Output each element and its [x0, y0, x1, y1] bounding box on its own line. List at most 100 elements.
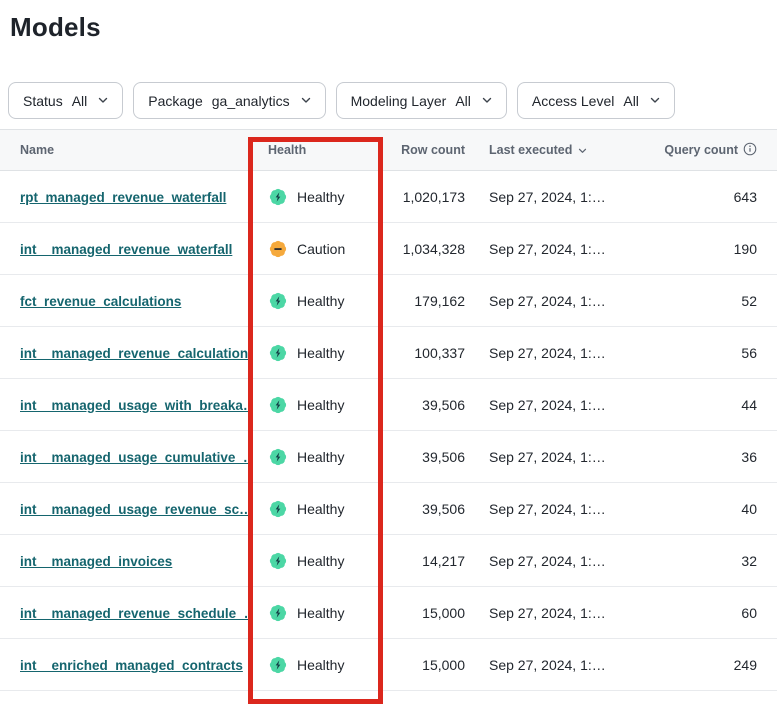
- models-table: Name Health Row count Last executed Quer…: [0, 129, 777, 691]
- filter-status-value: All: [72, 93, 88, 109]
- row-count-value: 179,162: [378, 293, 473, 309]
- healthy-status-icon: [268, 395, 288, 415]
- model-name-link[interactable]: int__managed_invoices: [20, 554, 172, 569]
- column-header-row-count[interactable]: Row count: [378, 143, 473, 157]
- healthy-status-icon: [268, 551, 288, 571]
- model-name-link[interactable]: int__managed_usage_revenue_sc…: [20, 502, 248, 517]
- column-header-last-executed-label: Last executed: [489, 143, 572, 157]
- query-count-value: 40: [634, 501, 777, 517]
- table-row: int__managed_revenue_calculations Health…: [0, 327, 777, 379]
- last-executed-value: Sep 27, 2024, 1:…: [473, 553, 634, 569]
- health-status-label: Healthy: [297, 553, 344, 569]
- chevron-down-sort-icon[interactable]: [578, 143, 587, 157]
- column-header-health[interactable]: Health: [248, 143, 378, 157]
- last-executed-value: Sep 27, 2024, 1:…: [473, 293, 634, 309]
- table-row: int__managed_revenue_waterfall Caution 1…: [0, 223, 777, 275]
- model-name-link[interactable]: fct_revenue_calculations: [20, 294, 181, 309]
- health-cell: Caution: [248, 239, 378, 259]
- column-header-last-executed[interactable]: Last executed: [473, 143, 634, 157]
- row-count-value: 1,020,173: [378, 189, 473, 205]
- health-cell: Healthy: [248, 395, 378, 415]
- query-count-value: 44: [634, 397, 777, 413]
- healthy-status-icon: [268, 187, 288, 207]
- last-executed-value: Sep 27, 2024, 1:…: [473, 449, 634, 465]
- column-header-query-count-label: Query count: [664, 143, 738, 157]
- filter-access-level-label: Access Level: [532, 93, 614, 109]
- row-count-value: 15,000: [378, 657, 473, 673]
- row-count-value: 1,034,328: [378, 241, 473, 257]
- table-body: rpt_managed_revenue_waterfall Healthy 1,…: [0, 171, 777, 691]
- table-row: int__enriched_managed_contracts Healthy …: [0, 639, 777, 691]
- health-status-label: Healthy: [297, 397, 344, 413]
- model-name-link[interactable]: int__managed_usage_with_breaka…: [20, 398, 248, 413]
- table-row: int__managed_invoices Healthy 14,217 Sep…: [0, 535, 777, 587]
- healthy-status-icon: [268, 447, 288, 467]
- query-count-value: 36: [634, 449, 777, 465]
- last-executed-value: Sep 27, 2024, 1:…: [473, 345, 634, 361]
- table-header: Name Health Row count Last executed Quer…: [0, 130, 777, 171]
- model-name-link[interactable]: int__managed_revenue_calculations: [20, 346, 248, 361]
- model-name-link[interactable]: int__enriched_managed_contracts: [20, 658, 243, 673]
- filter-modeling-layer[interactable]: Modeling Layer All: [336, 82, 507, 119]
- model-name-link[interactable]: int__managed_revenue_schedule_…: [20, 606, 248, 621]
- filter-status-label: Status: [23, 93, 63, 109]
- health-cell: Healthy: [248, 551, 378, 571]
- row-count-value: 100,337: [378, 345, 473, 361]
- health-cell: Healthy: [248, 291, 378, 311]
- health-status-label: Caution: [297, 241, 345, 257]
- query-count-value: 190: [634, 241, 777, 257]
- table-row: int__managed_usage_with_breaka… Healthy …: [0, 379, 777, 431]
- caution-status-icon: [268, 239, 288, 259]
- row-count-value: 39,506: [378, 501, 473, 517]
- model-name-link[interactable]: rpt_managed_revenue_waterfall: [20, 190, 226, 205]
- filter-package-value: ga_analytics: [212, 93, 290, 109]
- model-name-link[interactable]: int__managed_usage_cumulative_…: [20, 450, 248, 465]
- last-executed-value: Sep 27, 2024, 1:…: [473, 397, 634, 413]
- health-status-label: Healthy: [297, 189, 344, 205]
- table-row: rpt_managed_revenue_waterfall Healthy 1,…: [0, 171, 777, 223]
- filter-access-level-value: All: [623, 93, 639, 109]
- last-executed-value: Sep 27, 2024, 1:…: [473, 241, 634, 257]
- page-title: Models: [10, 12, 777, 42]
- health-cell: Healthy: [248, 603, 378, 623]
- last-executed-value: Sep 27, 2024, 1:…: [473, 657, 634, 673]
- filter-modeling-layer-label: Modeling Layer: [351, 93, 447, 109]
- health-status-label: Healthy: [297, 657, 344, 673]
- chevron-down-icon: [482, 97, 492, 104]
- filter-access-level[interactable]: Access Level All: [517, 82, 675, 119]
- healthy-status-icon: [268, 655, 288, 675]
- healthy-status-icon: [268, 499, 288, 519]
- filter-status[interactable]: Status All: [8, 82, 123, 119]
- row-count-value: 39,506: [378, 449, 473, 465]
- filter-package-label: Package: [148, 93, 202, 109]
- row-count-value: 15,000: [378, 605, 473, 621]
- query-count-value: 643: [634, 189, 777, 205]
- info-icon[interactable]: [743, 142, 757, 159]
- row-count-value: 39,506: [378, 397, 473, 413]
- filter-package[interactable]: Package ga_analytics: [133, 82, 325, 119]
- query-count-value: 32: [634, 553, 777, 569]
- healthy-status-icon: [268, 291, 288, 311]
- query-count-value: 56: [634, 345, 777, 361]
- health-cell: Healthy: [248, 655, 378, 675]
- healthy-status-icon: [268, 343, 288, 363]
- health-cell: Healthy: [248, 343, 378, 363]
- chevron-down-icon: [98, 97, 108, 104]
- model-name-link[interactable]: int__managed_revenue_waterfall: [20, 242, 232, 257]
- column-header-name[interactable]: Name: [0, 143, 248, 157]
- health-status-label: Healthy: [297, 501, 344, 517]
- last-executed-value: Sep 27, 2024, 1:…: [473, 189, 634, 205]
- healthy-status-icon: [268, 603, 288, 623]
- health-status-label: Healthy: [297, 293, 344, 309]
- health-status-label: Healthy: [297, 345, 344, 361]
- column-header-query-count[interactable]: Query count: [634, 142, 777, 159]
- query-count-value: 249: [634, 657, 777, 673]
- query-count-value: 52: [634, 293, 777, 309]
- table-row: int__managed_usage_cumulative_… Healthy …: [0, 431, 777, 483]
- chevron-down-icon: [650, 97, 660, 104]
- health-cell: Healthy: [248, 499, 378, 519]
- health-cell: Healthy: [248, 187, 378, 207]
- health-cell: Healthy: [248, 447, 378, 467]
- table-row: fct_revenue_calculations Healthy 179,162…: [0, 275, 777, 327]
- chevron-down-icon: [301, 97, 311, 104]
